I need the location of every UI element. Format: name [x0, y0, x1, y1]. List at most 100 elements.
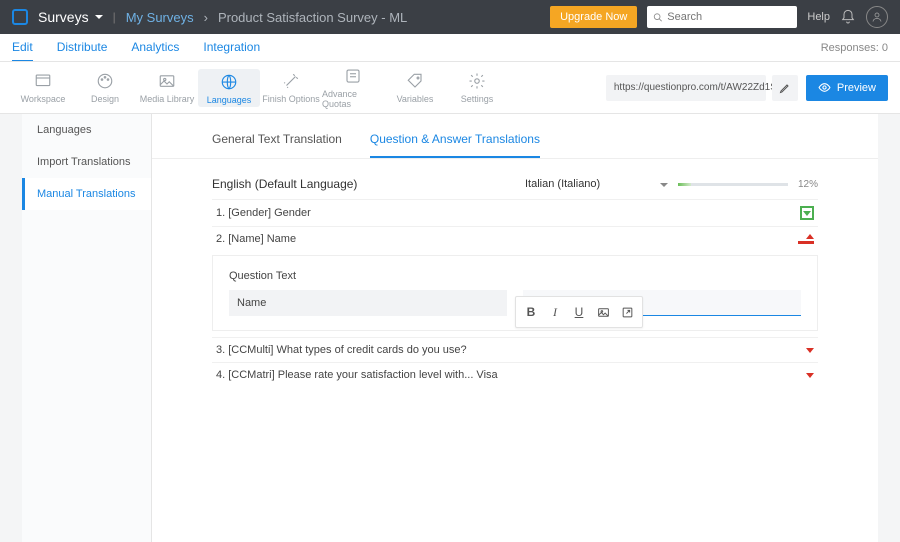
rich-text-toolbar: B I U — [515, 296, 643, 328]
share-url[interactable]: https://questionpro.com/t/AW22Zd1S1 — [606, 75, 766, 101]
tool-media[interactable]: Media Library — [136, 72, 198, 104]
chevron-up-icon — [806, 234, 814, 239]
expand-toggle[interactable] — [806, 373, 814, 378]
breadcrumb-survey-name: Product Satisfaction Survey - ML — [218, 10, 407, 25]
progress-percent: 12% — [798, 179, 818, 190]
tool-label: Settings — [461, 94, 494, 104]
topbar: Surveys | My Surveys › Product Satisfact… — [0, 0, 900, 34]
image-icon — [158, 72, 176, 90]
tag-icon — [406, 72, 424, 90]
search-input[interactable] — [667, 11, 791, 23]
target-language-col: Italian (Italiano) 12% — [525, 178, 818, 190]
expand-toggle[interactable] — [806, 348, 814, 353]
underline-button[interactable]: U — [568, 301, 590, 323]
brand-menu[interactable]: Surveys — [38, 9, 103, 25]
language-sidebar: Languages Import Translations Manual Tra… — [22, 114, 152, 542]
tool-variables[interactable]: Variables — [384, 72, 446, 104]
tool-label: Advance Quotas — [322, 89, 384, 109]
question-list: 1. [Gender] Gender 2. [Name] Name Questi… — [152, 199, 878, 387]
language-header-row: English (Default Language) Italian (Ital… — [152, 159, 878, 199]
collapse-toggle[interactable] — [806, 234, 814, 239]
main-panel: General Text Translation Question & Answ… — [152, 114, 878, 542]
search-icon — [653, 12, 663, 23]
sidebar-item-manual[interactable]: Manual Translations — [22, 178, 151, 210]
pencil-icon — [779, 82, 791, 94]
chevron-down-icon — [660, 178, 668, 190]
question-label: 4. [CCMatri] Please rate your satisfacti… — [216, 369, 498, 381]
tool-label: Variables — [397, 94, 434, 104]
image-icon — [597, 306, 610, 319]
nav-integration[interactable]: Integration — [203, 34, 260, 61]
sidebar-item-languages[interactable]: Languages — [22, 114, 151, 146]
chevron-down-icon — [806, 348, 814, 353]
breadcrumb-my-surveys[interactable]: My Surveys — [126, 10, 194, 25]
app-logo-icon — [12, 9, 28, 25]
tool-design[interactable]: Design — [74, 72, 136, 104]
bold-button[interactable]: B — [520, 301, 542, 323]
search-input-wrapper[interactable] — [647, 6, 797, 28]
translation-progress — [678, 183, 788, 186]
tool-languages[interactable]: Languages — [198, 69, 260, 107]
sidebar-item-import[interactable]: Import Translations — [22, 146, 151, 178]
preview-button[interactable]: Preview — [806, 75, 888, 101]
nav-distribute[interactable]: Distribute — [57, 34, 108, 61]
target-language-value: Italian (Italiano) — [525, 178, 600, 190]
main-nav: Edit Distribute Analytics Integration Re… — [0, 34, 900, 62]
notification-bell-icon[interactable] — [840, 9, 856, 25]
untranslated-indicator-icon — [798, 241, 814, 244]
tab-qa[interactable]: Question & Answer Translations — [370, 132, 540, 158]
question-label: 3. [CCMulti] What types of credit cards … — [216, 344, 467, 356]
tool-settings[interactable]: Settings — [446, 72, 508, 104]
tool-label: Design — [91, 94, 119, 104]
chevron-down-icon — [803, 211, 811, 216]
avatar-icon — [866, 6, 888, 28]
italic-button[interactable]: I — [544, 301, 566, 323]
tab-general[interactable]: General Text Translation — [212, 132, 342, 158]
edit-toolbar: Workspace Design Media Library Languages… — [0, 62, 900, 114]
divider: | — [113, 10, 116, 24]
translation-tabs: General Text Translation Question & Answ… — [152, 132, 878, 159]
tool-label: Workspace — [21, 94, 66, 104]
question-label: 2. [Name] Name — [216, 233, 296, 245]
tool-quotas[interactable]: Advance Quotas — [322, 67, 384, 109]
question-row-3[interactable]: 3. [CCMulti] What types of credit cards … — [212, 337, 818, 362]
expand-toggle[interactable] — [800, 206, 814, 220]
palette-icon — [96, 72, 114, 90]
chevron-down-icon — [95, 15, 103, 19]
globe-icon — [220, 73, 238, 91]
chevron-down-icon — [806, 373, 814, 378]
edit-url-button[interactable] — [772, 75, 798, 101]
quota-icon — [344, 67, 362, 85]
target-language-dropdown[interactable]: Italian (Italiano) — [525, 178, 668, 190]
question-label: 1. [Gender] Gender — [216, 207, 311, 219]
upgrade-button[interactable]: Upgrade Now — [550, 6, 637, 28]
tool-label: Media Library — [140, 94, 195, 104]
eye-icon — [818, 81, 831, 94]
nav-edit[interactable]: Edit — [12, 34, 33, 61]
expand-button[interactable] — [616, 301, 638, 323]
brand-label: Surveys — [38, 9, 89, 25]
question-row-2[interactable]: 2. [Name] Name — [212, 226, 818, 251]
tool-workspace[interactable]: Workspace — [12, 72, 74, 104]
question-text-label: Question Text — [229, 270, 801, 282]
preview-label: Preview — [837, 82, 876, 94]
image-button[interactable] — [592, 301, 614, 323]
question-row-4[interactable]: 4. [CCMatri] Please rate your satisfacti… — [212, 362, 818, 387]
tool-label: Finish Options — [262, 94, 320, 104]
nav-analytics[interactable]: Analytics — [131, 34, 179, 61]
default-language-label: English (Default Language) — [212, 177, 505, 191]
question-row-1[interactable]: 1. [Gender] Gender — [212, 199, 818, 226]
workspace-icon — [34, 72, 52, 90]
tool-finish[interactable]: Finish Options — [260, 72, 322, 104]
source-text-input[interactable]: Name — [229, 290, 507, 316]
responses-count: Responses: 0 — [821, 34, 888, 61]
tool-label: Languages — [207, 95, 252, 105]
help-link[interactable]: Help — [807, 11, 830, 23]
gear-icon — [468, 72, 486, 90]
wand-icon — [282, 72, 300, 90]
external-link-icon — [621, 306, 634, 319]
source-text: Name — [237, 297, 266, 309]
chevron-right-icon: › — [204, 10, 208, 25]
user-menu[interactable] — [866, 6, 888, 28]
content-area: Languages Import Translations Manual Tra… — [0, 114, 900, 542]
